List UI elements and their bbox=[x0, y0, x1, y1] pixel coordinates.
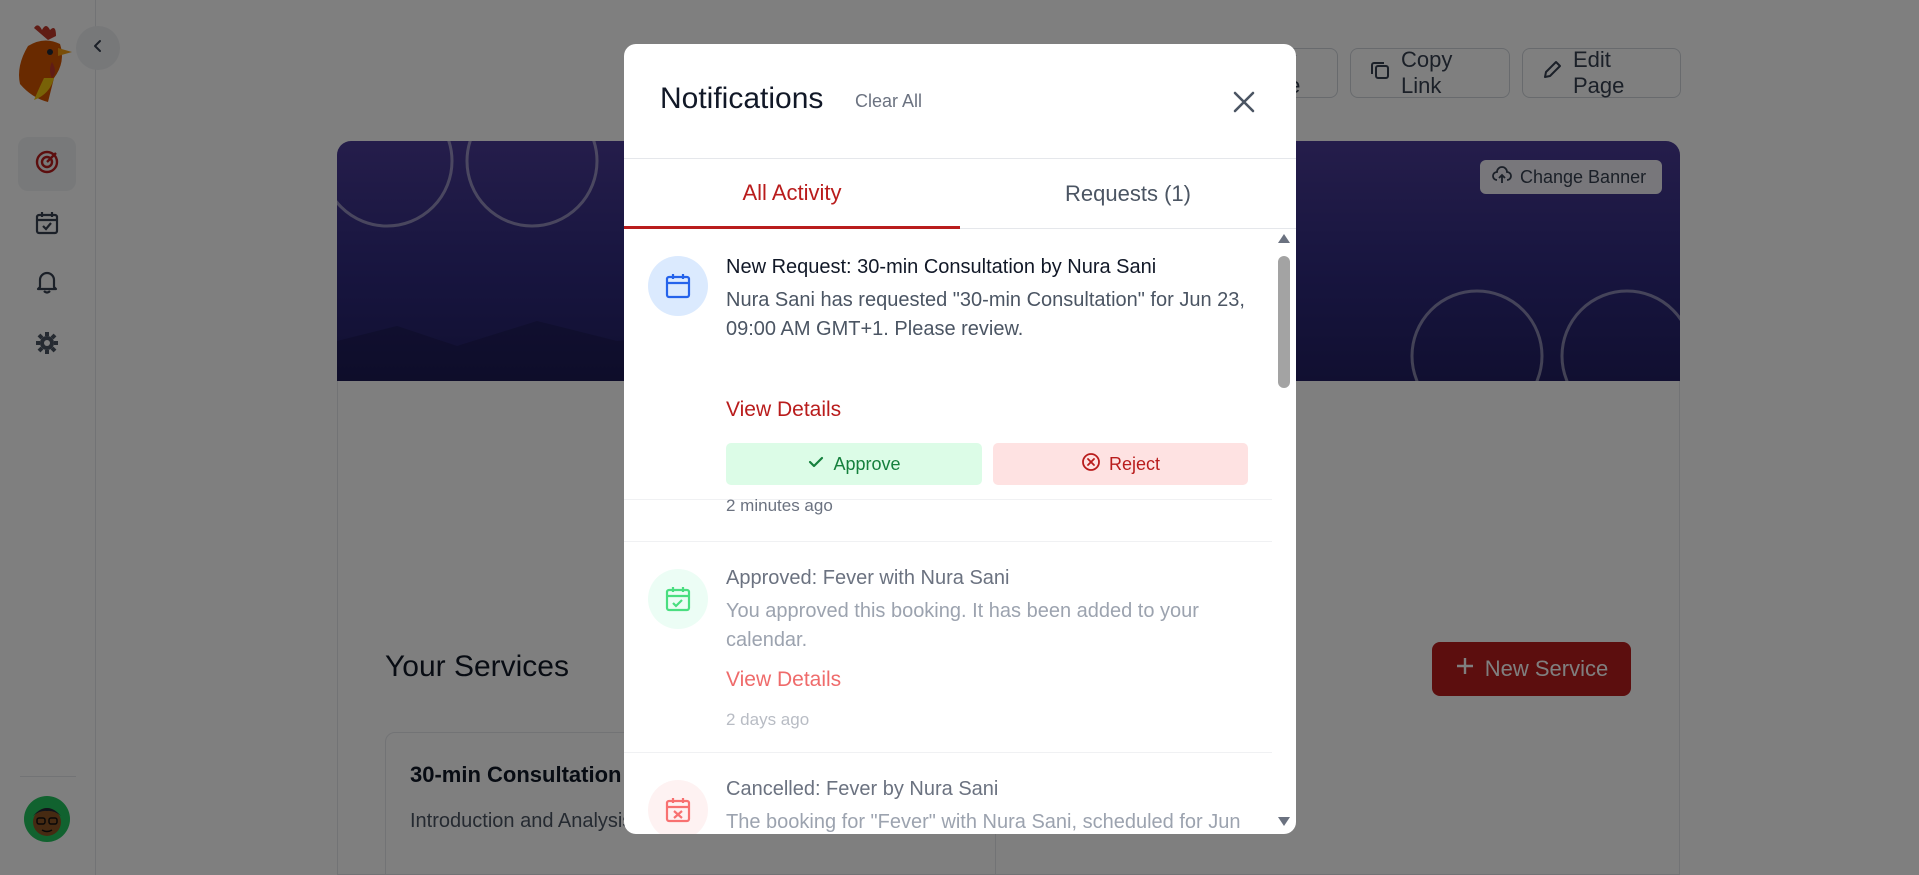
check-icon bbox=[807, 453, 825, 476]
close-button[interactable] bbox=[1224, 84, 1264, 124]
approve-button[interactable]: Approve bbox=[726, 443, 982, 485]
calendar-check-icon bbox=[648, 569, 708, 629]
notification-body: The booking for "Fever" with Nura Sani, … bbox=[726, 811, 1241, 833]
view-details-link[interactable]: View Details bbox=[726, 668, 841, 692]
notification-title: Cancelled: Fever by Nura Sani bbox=[726, 778, 999, 800]
notification-title: New Request: 30-min Consultation by Nura… bbox=[726, 256, 1157, 278]
scrollbar[interactable] bbox=[1276, 234, 1292, 834]
tab-requests[interactable]: Requests (1) bbox=[960, 159, 1296, 229]
notification-tabs: All Activity Requests (1) bbox=[624, 159, 1296, 229]
notification-title: Approved: Fever with Nura Sani bbox=[726, 567, 1010, 589]
scroll-up-arrow[interactable] bbox=[1278, 234, 1290, 243]
notification-body: You approved this booking. It has been a… bbox=[726, 600, 1199, 651]
modal-header: Notifications Clear All bbox=[624, 44, 1296, 159]
notifications-modal: Notifications Clear All All Activity Req… bbox=[624, 44, 1296, 834]
list-item: Approved: Fever with Nura Sani You appro… bbox=[624, 541, 1272, 753]
notification-body: Nura Sani has requested "30-min Consulta… bbox=[726, 289, 1245, 340]
tab-all-activity[interactable]: All Activity bbox=[624, 159, 960, 229]
view-details-link[interactable]: View Details bbox=[726, 398, 841, 422]
modal-title: Notifications bbox=[660, 82, 824, 115]
reject-button[interactable]: Reject bbox=[993, 443, 1248, 485]
notification-time: 2 days ago bbox=[726, 710, 810, 729]
calendar-icon bbox=[648, 256, 708, 316]
close-icon bbox=[1233, 91, 1255, 118]
scroll-thumb[interactable] bbox=[1278, 256, 1290, 388]
notification-time: 2 minutes ago bbox=[726, 496, 833, 515]
list-item: New Request: 30-min Consultation by Nura… bbox=[624, 230, 1272, 515]
notification-list[interactable]: New Request: 30-min Consultation by Nura… bbox=[624, 230, 1272, 834]
clear-all-button[interactable]: Clear All bbox=[855, 91, 922, 112]
list-item: Cancelled: Fever by Nura Sani The bookin… bbox=[624, 753, 1272, 834]
x-circle-icon bbox=[1081, 452, 1101, 477]
calendar-x-icon bbox=[648, 780, 708, 834]
scroll-down-arrow[interactable] bbox=[1278, 817, 1290, 826]
